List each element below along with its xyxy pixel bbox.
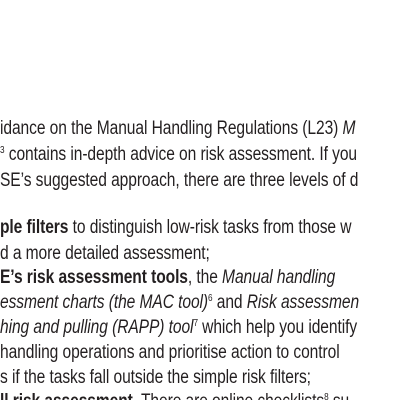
document-page: idance on the Manual Handling Regulation… <box>0 0 400 400</box>
list-item-1-bold: ple filters <box>0 217 69 238</box>
list-item-3-line-1: ll risk assessment. There are online che… <box>0 390 349 400</box>
footnote-ref: 6 <box>208 293 213 304</box>
paragraph-italic-text: M <box>342 118 356 139</box>
list-item-2-line-4: handling operations and prioritise actio… <box>0 341 340 365</box>
list-item-3-text: . There are online checklists <box>133 391 324 400</box>
footnote-ref: 7 <box>193 318 198 329</box>
list-item-2-line-1: E’s risk assessment tools, the Manual ha… <box>0 266 335 290</box>
footnote-ref: 8 <box>324 392 329 400</box>
paragraph-text: SE’s suggested approach, there are three… <box>0 170 359 191</box>
paragraph-text: idance on the Manual Handling Regulation… <box>0 118 343 139</box>
footnote-ref: 3 <box>0 145 5 156</box>
list-item-2-text: and <box>212 292 247 313</box>
paragraph-text: contains in-depth advice on risk assessm… <box>4 144 358 165</box>
list-item-2-text: s if the tasks fall outside the simple r… <box>0 367 311 388</box>
list-item-2-italic: Manual handling <box>222 267 336 288</box>
list-item-1-line-2: d a more detailed assessment; <box>0 242 210 266</box>
paragraph-line-2: 3 contains in-depth advice on risk asses… <box>0 143 357 167</box>
list-item-2-italic: hing and pulling (RAPP) tool <box>0 317 194 338</box>
list-item-2-text: , the <box>187 267 223 288</box>
paragraph-line-3: SE’s suggested approach, there are three… <box>0 169 358 193</box>
list-item-1-text: d a more detailed assessment; <box>0 243 210 264</box>
paragraph-line-1: idance on the Manual Handling Regulation… <box>0 117 355 141</box>
list-item-1-line-1: ple filters to distinguish low-risk task… <box>0 216 352 240</box>
list-item-2-line-5: s if the tasks fall outside the simple r… <box>0 366 311 390</box>
list-item-2-text: handling operations and prioritise actio… <box>0 342 340 363</box>
list-item-2-italic: Risk assessmen <box>246 292 360 313</box>
list-item-2-line-3: hing and pulling (RAPP) tool7 which help… <box>0 316 357 340</box>
list-item-3-bold: ll risk assessment <box>0 391 133 400</box>
list-item-2-bold: E’s risk assessment tools <box>0 267 188 288</box>
list-item-2-line-2: essment charts (the MAC tool)6 and Risk … <box>0 291 359 315</box>
list-item-3-text: su <box>329 391 349 400</box>
list-item-2-text: which help you identify <box>197 317 358 338</box>
list-item-1-text: to distinguish low-risk tasks from those… <box>68 217 352 238</box>
list-item-2-italic: essment charts (the MAC tool) <box>0 292 209 313</box>
